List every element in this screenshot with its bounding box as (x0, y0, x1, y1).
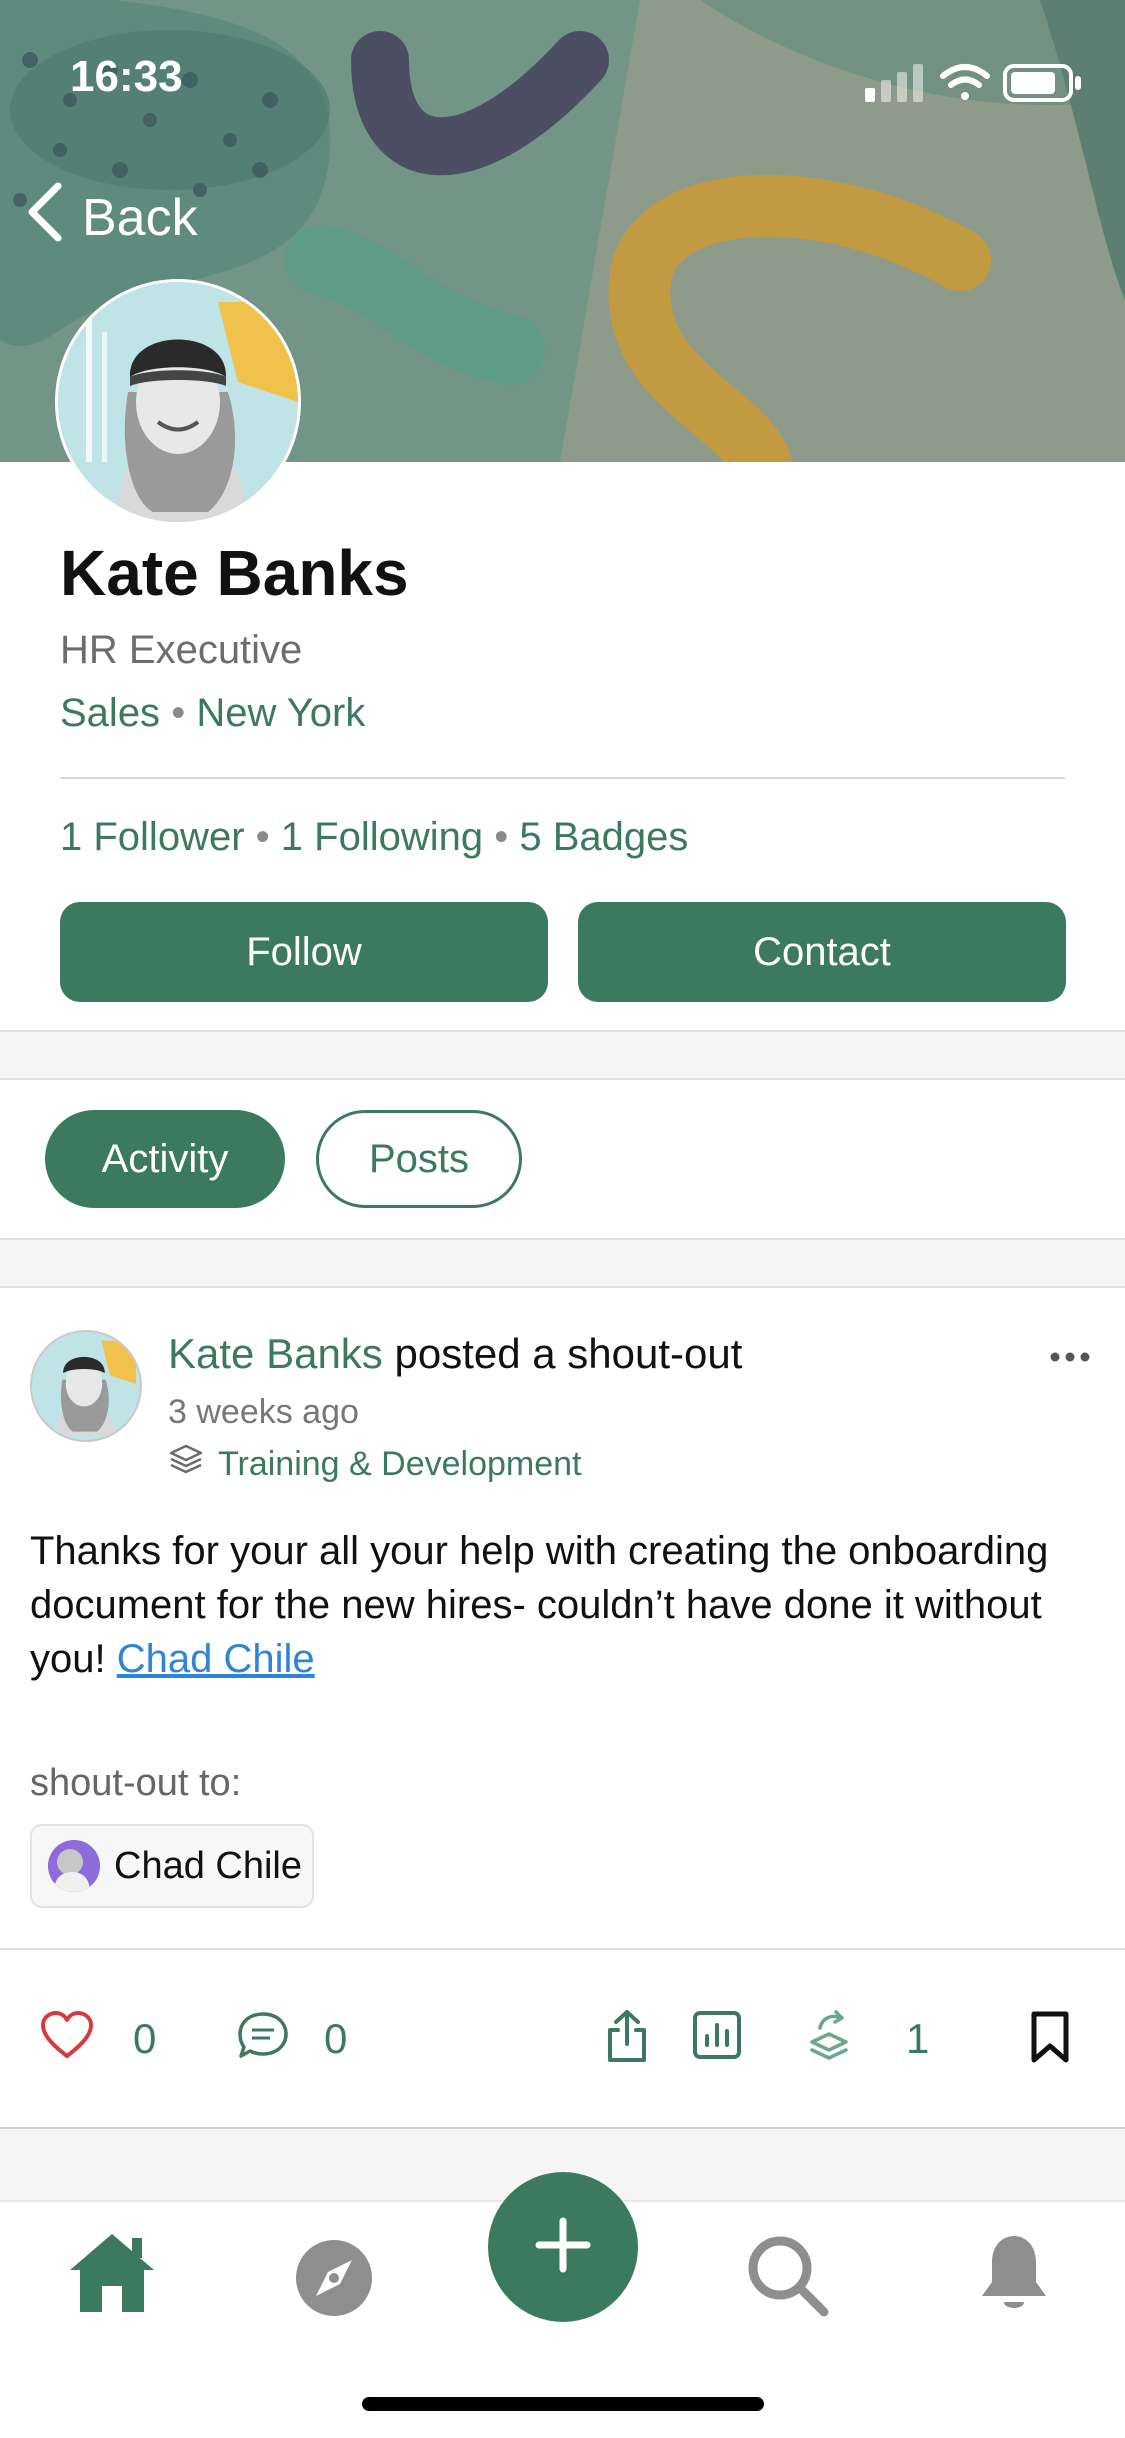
nav-search[interactable] (746, 2234, 830, 2323)
followers-link[interactable]: 1 Follower (60, 815, 245, 859)
post-action: posted a shout-out (394, 1330, 743, 1377)
post-author-avatar[interactable] (30, 1330, 142, 1442)
back-label: Back (82, 189, 198, 247)
comment-icon (236, 2012, 290, 2066)
post-body: Thanks for your all your help with creat… (30, 1524, 1100, 1686)
bookmark-icon (1030, 2011, 1070, 2068)
nav-explore[interactable] (294, 2238, 374, 2323)
divider (0, 1948, 1125, 1950)
section-separator (0, 1030, 1125, 1080)
post-author-link[interactable]: Kate Banks (168, 1330, 383, 1377)
tab-activity[interactable]: Activity (45, 1110, 285, 1208)
post-category[interactable]: Training & Development (168, 1442, 581, 1487)
chevron-left-icon (24, 182, 64, 255)
section-separator (0, 1238, 1125, 1288)
home-icon (66, 2234, 158, 2318)
profile-location[interactable]: New York (196, 691, 365, 735)
post-timestamp: 3 weeks ago (168, 1393, 359, 1431)
share-button[interactable] (604, 2008, 650, 2069)
profile-department[interactable]: Sales (60, 691, 160, 735)
layers-icon (168, 1442, 204, 1487)
recipient-avatar (48, 1840, 100, 1892)
plus-icon (533, 2215, 593, 2280)
separator-dot: • (494, 815, 509, 859)
wifi-icon (940, 64, 990, 100)
compass-icon (294, 2240, 374, 2322)
reshare-icon (806, 2010, 852, 2066)
bell-icon (976, 2236, 1052, 2322)
create-post-button[interactable] (488, 2172, 638, 2322)
reshare-count: 1 (906, 2015, 930, 2062)
like-button[interactable] (40, 2010, 94, 2065)
analytics-button[interactable] (692, 2010, 742, 2065)
separator-dot: • (255, 815, 270, 859)
analytics-icon (692, 2011, 742, 2064)
recipient-name: Chad Chile (114, 1844, 302, 1887)
post-heading: Kate Banks posted a shout-out (168, 1330, 742, 1378)
bookmark-button[interactable] (1030, 2010, 1070, 2069)
comment-count: 0 (324, 2015, 348, 2062)
badges-link[interactable]: 5 Badges (519, 815, 688, 859)
heart-icon (40, 2011, 94, 2064)
status-time: 16:33 (70, 52, 183, 101)
nav-home[interactable] (66, 2230, 158, 2319)
profile-title: HR Executive (60, 628, 303, 672)
shout-out-recipient-chip[interactable]: Chad Chile (30, 1824, 314, 1908)
following-link[interactable]: 1 Following (281, 815, 483, 859)
battery-icon (1003, 64, 1081, 102)
cellular-signal-icon (865, 64, 923, 102)
mention-link[interactable]: Chad Chile (117, 1637, 315, 1681)
tab-posts[interactable]: Posts (316, 1110, 522, 1208)
status-icons (865, 58, 1085, 108)
home-indicator (362, 2397, 764, 2411)
shout-out-label: shout-out to: (30, 1762, 242, 1804)
profile-avatar[interactable] (58, 282, 298, 522)
share-icon (604, 2010, 650, 2068)
follow-button[interactable]: Follow (60, 902, 548, 1002)
nav-notifications[interactable] (976, 2232, 1052, 2323)
divider (60, 777, 1065, 779)
reshare-button[interactable] (806, 2008, 852, 2067)
profile-name: Kate Banks (60, 537, 409, 609)
post-category-label: Training & Development (218, 1445, 582, 1483)
back-button[interactable]: Back (24, 178, 198, 258)
contact-button[interactable]: Contact (578, 902, 1066, 1002)
profile-stats: 1 Follower • 1 Following • 5 Badges (60, 815, 688, 860)
comment-button[interactable] (236, 2010, 290, 2067)
profile-department-location: Sales • New York (60, 691, 365, 736)
search-icon (746, 2236, 830, 2322)
like-count: 0 (133, 2015, 157, 2062)
more-options-icon[interactable] (1050, 1325, 1090, 1375)
separator-dot: • (171, 691, 186, 735)
